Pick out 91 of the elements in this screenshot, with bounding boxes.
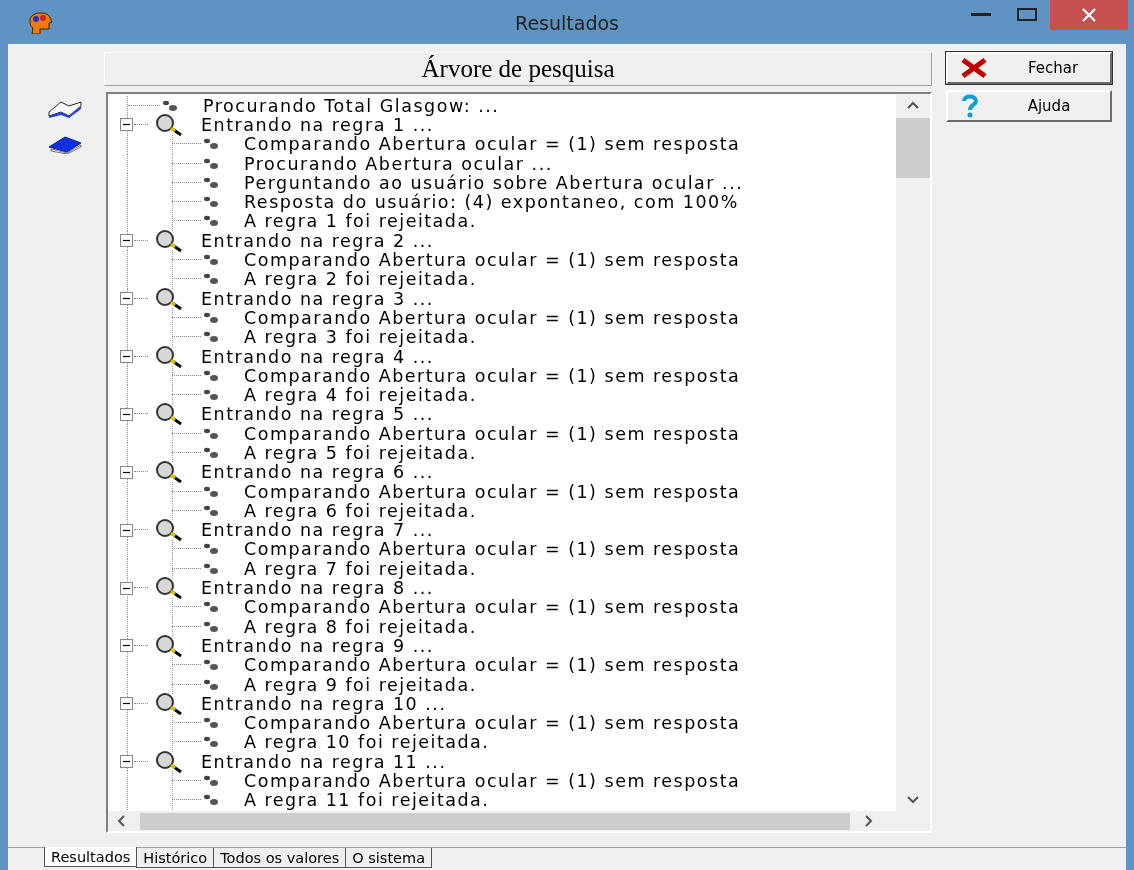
vertical-scrollbar[interactable]: [896, 94, 930, 811]
help-button[interactable]: Ajuda: [946, 90, 1112, 122]
footprint-icon: [203, 485, 219, 498]
tab[interactable]: Histórico: [136, 848, 215, 868]
scroll-left-icon[interactable]: [116, 814, 126, 828]
tree-item[interactable]: Entrando na regra 8 ...: [201, 578, 434, 599]
tree-item[interactable]: Comparando Abertura ocular = (1) sem resposta: [244, 597, 741, 618]
collapse-icon[interactable]: [120, 234, 133, 248]
footprint-icon: [203, 504, 219, 517]
footprint-icon: [203, 775, 219, 788]
window-title: Resultados: [515, 12, 619, 34]
tree-item[interactable]: A regra 4 foi rejeitada.: [244, 385, 477, 406]
book-icon[interactable]: [47, 136, 83, 154]
tree-item[interactable]: Comparando Abertura ocular = (1) sem resposta: [244, 423, 741, 444]
footprint-icon: [203, 331, 219, 344]
tree-item[interactable]: Resposta do usuário: (4) expontaneo, com 100%: [244, 192, 739, 213]
tree-item[interactable]: A regra 11 foi rejeitada.: [244, 790, 490, 811]
tree-item[interactable]: Entrando na regra 11 ...: [201, 751, 447, 772]
scroll-thumb[interactable]: [140, 812, 850, 830]
footprint-icon: [203, 601, 219, 614]
footprint-icon: [203, 678, 219, 691]
tree-item[interactable]: Procurando Abertura ocular ...: [244, 153, 553, 174]
question-mark-icon: [960, 94, 980, 118]
footprint-icon: [203, 176, 219, 189]
footprint-icon: [203, 447, 219, 459]
footprint-icon: [203, 369, 219, 382]
collapse-icon[interactable]: [120, 697, 133, 711]
cross-icon: [960, 58, 988, 78]
footprint-icon: [203, 389, 219, 402]
window-close-button[interactable]: [1050, 0, 1128, 30]
minimize-icon: [971, 13, 991, 17]
tree-item[interactable]: A regra 9 foi rejeitada.: [244, 674, 477, 695]
tree-item[interactable]: A regra 7 foi rejeitada.: [244, 558, 477, 579]
footprint-icon: [203, 311, 219, 324]
tab[interactable]: O sistema: [345, 848, 433, 868]
footprint-icon: [203, 736, 219, 749]
tree-item[interactable]: Comparando Abertura ocular = (1) sem resposta: [244, 713, 741, 734]
collapse-icon[interactable]: [120, 581, 133, 595]
tree-item[interactable]: Comparando Abertura ocular = (1) sem resposta: [244, 250, 741, 271]
tree-item[interactable]: A regra 2 foi rejeitada.: [244, 269, 477, 290]
tree-item[interactable]: Comparando Abertura ocular = (1) sem resposta: [244, 539, 741, 560]
panel-header: Árvore de pesquisa: [104, 52, 932, 86]
collapse-icon[interactable]: [120, 755, 133, 769]
footprint-icon: [162, 99, 178, 112]
tree-item[interactable]: Entrando na regra 5 ...: [201, 404, 434, 425]
tree-item[interactable]: Entrando na regra 4 ...: [201, 346, 434, 367]
footprint-icon: [203, 273, 219, 286]
horizontal-scrollbar[interactable]: [108, 811, 930, 831]
tree-item[interactable]: A regra 10 foi rejeitada.: [244, 732, 490, 753]
tree-item[interactable]: Procurando Total Glasgow: ...: [203, 95, 500, 116]
footprint-icon: [203, 196, 219, 209]
scroll-right-icon[interactable]: [864, 814, 874, 828]
footprint-icon: [203, 215, 219, 228]
tree-item[interactable]: A regra 8 foi rejeitada.: [244, 616, 477, 637]
tree-item[interactable]: A regra 5 foi rejeitada.: [244, 443, 477, 463]
open-book-icon[interactable]: [47, 100, 83, 118]
tree-item[interactable]: Entrando na regra 6 ...: [201, 462, 434, 483]
tree-item[interactable]: A regra 1 foi rejeitada.: [244, 211, 477, 232]
footprint-icon: [203, 620, 219, 633]
collapse-icon[interactable]: [120, 292, 133, 306]
footprint-icon: [203, 659, 219, 672]
scroll-up-icon[interactable]: [906, 100, 920, 110]
footprint-icon: [203, 427, 219, 440]
scroll-down-icon[interactable]: [906, 795, 920, 805]
footprint-icon: [203, 794, 219, 807]
close-button[interactable]: Fechar: [946, 52, 1112, 84]
tree-item[interactable]: Entrando na regra 7 ...: [201, 520, 434, 541]
close-icon: [1081, 8, 1097, 22]
tree-item[interactable]: Perguntando ao usuário sobre Abertura ocular ...: [244, 172, 744, 193]
footprint-icon: [203, 254, 219, 266]
collapse-icon[interactable]: [120, 118, 133, 132]
tree-item[interactable]: A regra 3 foi rejeitada.: [244, 327, 477, 348]
footprint-icon: [203, 543, 219, 556]
tree-item[interactable]: Comparando Abertura ocular = (1) sem resposta: [244, 481, 741, 502]
tree-item[interactable]: Comparando Abertura ocular = (1) sem resposta: [244, 134, 741, 155]
footprint-icon: [203, 717, 219, 730]
scroll-thumb[interactable]: [896, 118, 930, 178]
tab[interactable]: Resultados: [44, 847, 138, 867]
footprint-icon: [203, 157, 219, 170]
tree-item[interactable]: Comparando Abertura ocular = (1) sem resposta: [244, 771, 741, 792]
maximize-icon: [1017, 8, 1037, 22]
collapse-icon[interactable]: [120, 465, 133, 479]
tree-item[interactable]: Entrando na regra 2 ...: [201, 230, 434, 251]
tree-item[interactable]: Entrando na regra 3 ...: [201, 288, 434, 309]
tree-item[interactable]: Comparando Abertura ocular = (1) sem resposta: [244, 655, 741, 676]
footprint-icon: [203, 562, 219, 575]
collapse-icon[interactable]: [120, 639, 133, 653]
collapse-icon[interactable]: [120, 523, 133, 537]
footprint-icon: [203, 138, 219, 151]
collapse-icon[interactable]: [120, 350, 133, 363]
collapse-icon[interactable]: [120, 407, 133, 421]
